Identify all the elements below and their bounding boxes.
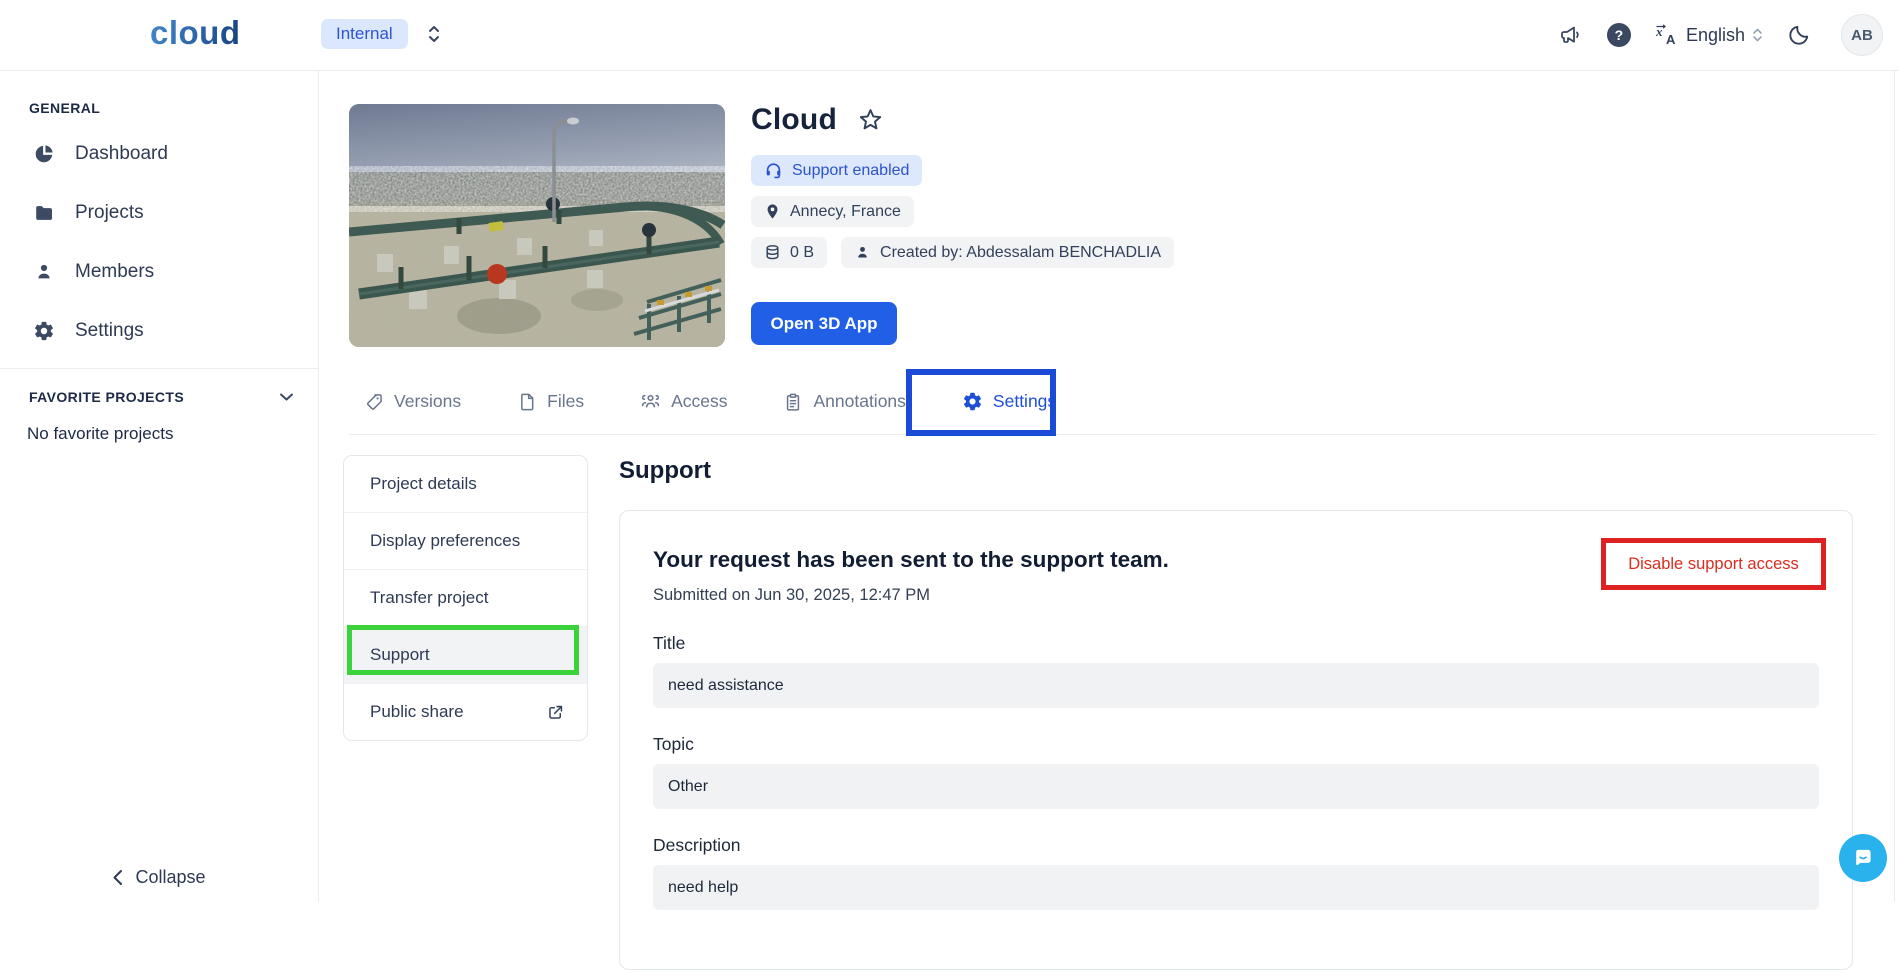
person-icon (854, 244, 871, 261)
sidebar-section-favorites[interactable]: FAVORITE PROJECTS (29, 389, 294, 405)
help-icon[interactable]: ? (1607, 23, 1631, 47)
field-value-topic[interactable]: Other (653, 764, 1819, 809)
workspace-switcher-icon[interactable] (426, 24, 442, 44)
settings-submenu: Project details Display preferences Tran… (343, 455, 588, 741)
support-enabled-badge: Support enabled (751, 155, 922, 186)
disable-support-access-button[interactable]: Disable support access (1601, 538, 1826, 590)
tag-icon (364, 392, 384, 412)
workspace-badge[interactable]: Internal (321, 19, 408, 49)
field-value-description[interactable]: need help (653, 865, 1819, 910)
size-badge: 0 B (751, 237, 827, 268)
clipboard-icon (783, 392, 803, 412)
language-label: English (1686, 25, 1745, 46)
submenu-item-project-details[interactable]: Project details (344, 456, 587, 513)
submenu-item-public-share[interactable]: Public share (344, 684, 587, 740)
chat-widget-button[interactable] (1839, 834, 1887, 882)
top-bar: cloud Internal ? x A English (0, 0, 1899, 71)
submenu-item-support[interactable]: Support (344, 627, 587, 684)
svg-text:A: A (1666, 32, 1676, 47)
favorite-star-icon[interactable] (857, 107, 884, 134)
gear-icon (962, 391, 983, 412)
person-icon (33, 261, 55, 283)
sidebar-section-general: GENERAL (29, 100, 318, 116)
field-label-topic: Topic (653, 734, 1819, 755)
sidebar-item-dashboard[interactable]: Dashboard (0, 124, 318, 183)
sidebar: GENERAL Dashboard Projects Members Setti… (0, 70, 319, 902)
sidebar-item-members[interactable]: Members (0, 242, 318, 301)
pie-chart-icon (33, 143, 55, 165)
creator-badge: Created by: Abdessalam BENCHADLIA (841, 237, 1174, 268)
database-icon (764, 244, 781, 261)
page-scrollbar-track[interactable] (1894, 70, 1895, 902)
field-value-title[interactable]: need assistance (653, 663, 1819, 708)
favorites-empty-text: No favorite projects (27, 424, 318, 444)
announcements-megaphone-icon[interactable] (1559, 23, 1583, 47)
tab-access[interactable]: Access (640, 391, 727, 412)
language-chevrons-icon (1752, 27, 1763, 43)
chevron-left-icon (112, 869, 123, 886)
app-logo[interactable]: cloud (150, 14, 241, 52)
external-link-icon (546, 703, 565, 722)
open-3d-app-button[interactable]: Open 3D App (751, 302, 897, 345)
tab-settings[interactable]: Settings (962, 391, 1056, 412)
field-label-title: Title (653, 633, 1819, 654)
sidebar-divider (0, 368, 318, 369)
support-panel-heading: Support (619, 457, 711, 485)
sidebar-item-projects[interactable]: Projects (0, 183, 318, 242)
language-selector[interactable]: x A English (1655, 23, 1763, 47)
chat-bubble-icon (1850, 845, 1876, 871)
headset-icon (764, 161, 783, 180)
field-label-description: Description (653, 835, 1819, 856)
sidebar-item-settings[interactable]: Settings (0, 301, 318, 360)
project-thumbnail (349, 104, 725, 347)
gear-icon (33, 320, 55, 342)
location-badge: Annecy, France (751, 196, 914, 227)
file-icon (517, 392, 537, 412)
submenu-item-display-preferences[interactable]: Display preferences (344, 513, 587, 570)
dark-mode-moon-icon[interactable] (1787, 23, 1811, 47)
chevron-down-icon (279, 392, 294, 402)
folder-icon (33, 202, 55, 224)
user-avatar[interactable]: AB (1841, 14, 1883, 56)
tab-annotations[interactable]: Annotations (783, 391, 905, 412)
submenu-item-transfer-project[interactable]: Transfer project (344, 570, 587, 627)
sidebar-collapse-button[interactable]: Collapse (0, 867, 318, 888)
people-group-icon (640, 391, 661, 412)
tab-versions[interactable]: Versions (364, 391, 461, 412)
location-pin-icon (764, 203, 781, 220)
project-title: Cloud (751, 103, 837, 137)
project-tabs: Versions Files Access Annotations Settin… (349, 369, 1877, 435)
translate-icon: x A (1655, 23, 1679, 47)
tab-files[interactable]: Files (517, 391, 584, 412)
